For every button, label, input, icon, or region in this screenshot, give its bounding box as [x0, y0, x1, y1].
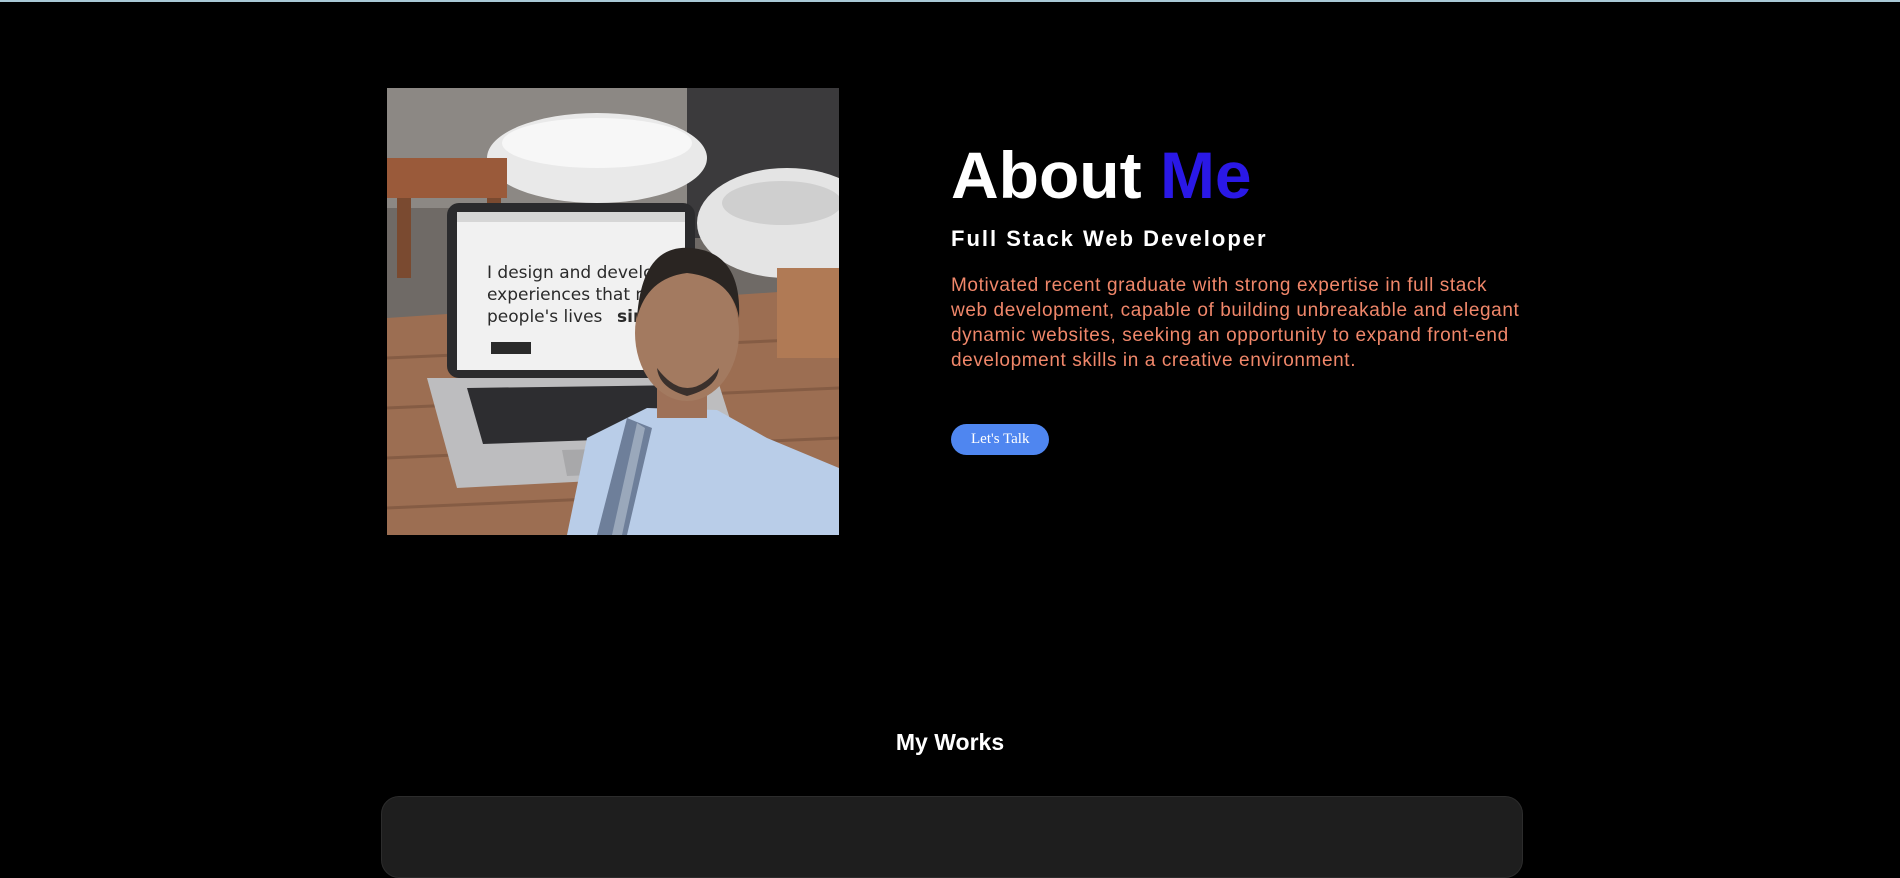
about-heading-accent: Me	[1159, 138, 1252, 212]
about-section: I design and develop experiences that ma…	[0, 0, 1900, 640]
about-heading-main: About	[951, 138, 1160, 212]
works-card	[381, 796, 1523, 878]
works-title: My Works	[895, 729, 1005, 755]
laptop-screen-text-1: I design and develop	[487, 263, 664, 283]
lets-talk-button[interactable]: Let's Talk	[951, 424, 1050, 455]
about-text-block: About Me Full Stack Web Developer Motiva…	[951, 138, 1521, 455]
about-subtitle: Full Stack Web Developer	[951, 226, 1268, 251]
about-bio: Motivated recent graduate with strong ex…	[951, 275, 1520, 371]
profile-photo: I design and develop experiences that ma…	[387, 88, 839, 535]
laptop-screen-text-3: people's lives	[487, 307, 603, 327]
about-heading: About Me	[951, 138, 1521, 212]
